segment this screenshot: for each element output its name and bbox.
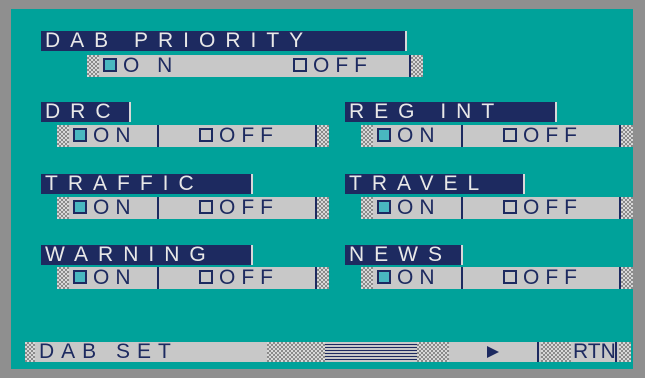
bottom-bar-texture [267, 342, 325, 362]
travel-title: TRAVEL [345, 173, 525, 194]
travel-off-option[interactable]: OFF [499, 197, 621, 219]
option-bar-left-cap [87, 55, 99, 77]
checkbox-checked-icon [377, 200, 391, 214]
divider [537, 342, 539, 362]
drc-options: ON OFF [57, 125, 329, 147]
reg-int-title: REG INT [345, 101, 557, 122]
drc-off-option[interactable]: OFF [195, 125, 317, 147]
option-bar-left-cap [361, 267, 373, 289]
on-label: O N [123, 54, 179, 77]
option-edge [461, 197, 463, 219]
rtn-button[interactable]: RTN [573, 341, 616, 362]
option-spacer [465, 267, 499, 289]
checkbox-unchecked-icon [503, 200, 517, 214]
bottom-bar: DAB SET RTN [25, 340, 631, 363]
option-spacer [465, 197, 499, 219]
checkbox-unchecked-icon [503, 270, 517, 284]
option-edge [461, 267, 463, 289]
checkbox-unchecked-icon [199, 200, 213, 214]
bottom-bar-texture [541, 342, 571, 362]
option-bar-right-cap [317, 197, 329, 219]
reg-int-off-option[interactable]: OFF [499, 125, 621, 147]
drc-on-option[interactable]: ON [69, 125, 161, 147]
option-bar-right-cap [621, 267, 633, 289]
dab-priority-title: DAB PRIORITY [41, 30, 407, 51]
dab-set-screen: DAB PRIORITY O N OFF DRC ON OFF REG INT … [11, 9, 633, 369]
option-edge [157, 267, 159, 289]
on-label: ON [93, 266, 137, 289]
reg-int-on-option[interactable]: ON [373, 125, 465, 147]
off-label: OFF [219, 266, 279, 289]
bottom-bar-texture [417, 342, 449, 362]
reg-int-options: ON OFF [361, 125, 633, 147]
news-title: NEWS [345, 244, 463, 265]
checkbox-unchecked-icon [199, 128, 213, 142]
divider [615, 342, 617, 362]
option-bar-right-cap [411, 55, 423, 77]
off-label: OFF [523, 266, 583, 289]
striped-slider [325, 344, 417, 360]
dab-priority-off-option[interactable]: OFF [289, 55, 411, 77]
option-spacer [217, 55, 289, 77]
option-bar-left-cap [361, 125, 373, 147]
checkbox-checked-icon [103, 58, 117, 72]
option-edge [461, 125, 463, 147]
off-label: OFF [219, 124, 279, 147]
warning-options: ON OFF [57, 267, 329, 289]
news-off-option[interactable]: OFF [499, 267, 621, 289]
option-edge [157, 197, 159, 219]
option-spacer [161, 267, 195, 289]
off-label: OFF [523, 196, 583, 219]
checkbox-checked-icon [73, 270, 87, 284]
travel-on-option[interactable]: ON [373, 197, 465, 219]
dab-priority-options: O N OFF [87, 55, 423, 77]
traffic-off-option[interactable]: OFF [195, 197, 317, 219]
news-on-option[interactable]: ON [373, 267, 465, 289]
off-label: OFF [523, 124, 583, 147]
traffic-options: ON OFF [57, 197, 329, 219]
news-options: ON OFF [361, 267, 633, 289]
warning-title: WARNING [41, 244, 253, 265]
option-bar-left-cap [57, 267, 69, 289]
checkbox-checked-icon [377, 128, 391, 142]
on-label: ON [93, 196, 137, 219]
checkbox-checked-icon [73, 200, 87, 214]
on-label: ON [397, 196, 441, 219]
option-spacer [161, 197, 195, 219]
option-bar-left-cap [57, 125, 69, 147]
option-bar-right-cap [317, 125, 329, 147]
traffic-title: TRAFFIC [41, 173, 253, 194]
bottom-bar-right-cap [619, 342, 631, 362]
option-bar-right-cap [621, 197, 633, 219]
option-spacer [465, 125, 499, 147]
off-label: OFF [219, 196, 279, 219]
option-edge [157, 125, 159, 147]
option-bar-left-cap [361, 197, 373, 219]
play-arrow-icon[interactable] [487, 346, 499, 358]
option-bar-right-cap [621, 125, 633, 147]
travel-options: ON OFF [361, 197, 633, 219]
warning-on-option[interactable]: ON [69, 267, 161, 289]
option-spacer [161, 125, 195, 147]
on-label: ON [397, 266, 441, 289]
checkbox-unchecked-icon [503, 128, 517, 142]
on-label: ON [93, 124, 137, 147]
off-label: OFF [313, 54, 373, 77]
option-bar-left-cap [57, 197, 69, 219]
drc-title: DRC [41, 101, 131, 122]
traffic-on-option[interactable]: ON [69, 197, 161, 219]
checkbox-unchecked-icon [199, 270, 213, 284]
option-bar-right-cap [317, 267, 329, 289]
checkbox-checked-icon [377, 270, 391, 284]
bottom-bar-left-cap [25, 342, 35, 362]
checkbox-unchecked-icon [293, 58, 307, 72]
dab-priority-on-option[interactable]: O N [99, 55, 217, 77]
warning-off-option[interactable]: OFF [195, 267, 317, 289]
checkbox-checked-icon [73, 128, 87, 142]
screen-title: DAB SET [39, 340, 178, 363]
on-label: ON [397, 124, 441, 147]
